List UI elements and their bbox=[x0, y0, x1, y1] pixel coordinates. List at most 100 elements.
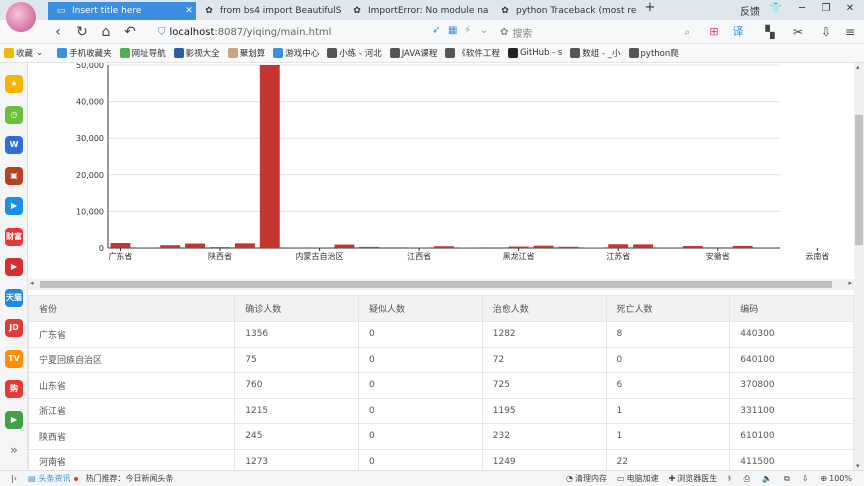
tab-bs4[interactable]: ✿ from bs4 import BeautifulS bbox=[196, 2, 342, 20]
bookmark-item[interactable]: 数组 - _小 bbox=[570, 47, 621, 59]
column-header[interactable]: 编码 bbox=[729, 295, 854, 322]
y-tick-label: 0 bbox=[99, 244, 104, 253]
user-avatar[interactable] bbox=[6, 2, 36, 32]
home-icon[interactable]: ⌂ bbox=[96, 22, 116, 42]
bookmark-item[interactable]: GitHub - s bbox=[507, 48, 562, 58]
table-cell: 22 bbox=[605, 448, 731, 470]
screenshot-icon[interactable]: ⧉ bbox=[784, 474, 790, 484]
table-cell: 411500 bbox=[729, 448, 854, 470]
github-icon bbox=[507, 48, 518, 58]
horizontal-scrollbar[interactable]: ◂ ▸ bbox=[28, 279, 854, 290]
column-header[interactable]: 省份 bbox=[28, 295, 236, 322]
clear-memory-button[interactable]: 清理内存 bbox=[575, 473, 607, 484]
horizontal-scroll-thumb[interactable] bbox=[40, 281, 832, 288]
refresh-icon[interactable]: ↻ bbox=[72, 22, 92, 42]
play-app-icon[interactable]: ▶ bbox=[5, 197, 23, 215]
menu-icon[interactable]: ≡ bbox=[840, 22, 860, 42]
close-icon[interactable]: ✕ bbox=[182, 6, 196, 16]
column-header[interactable]: 死亡人数 bbox=[605, 295, 731, 322]
download-icon[interactable]: ⇩ bbox=[816, 22, 836, 42]
store-app-icon[interactable]: ▶ bbox=[5, 410, 23, 429]
chevron-down-icon[interactable]: ⌄ bbox=[480, 25, 488, 36]
column-header[interactable]: 疑似人数 bbox=[358, 295, 483, 322]
clock-icon[interactable]: ◷ bbox=[5, 105, 23, 124]
coupon-icon[interactable]: ⊞ bbox=[704, 22, 724, 42]
wealth-app-icon[interactable]: 财富 bbox=[5, 227, 23, 246]
tab-import-error[interactable]: ✿ ImportError: No module na bbox=[344, 2, 490, 20]
tmall-app-icon[interactable]: 天猫 bbox=[5, 288, 23, 307]
zoom-level[interactable]: 100% bbox=[829, 474, 852, 483]
vertical-scrollbar[interactable]: ▴ ▾ bbox=[854, 63, 864, 470]
tab-insert-title[interactable]: ▭ Insert title here ✕ bbox=[48, 2, 196, 20]
feedback-button[interactable]: 反馈 bbox=[738, 3, 762, 18]
skin-icon[interactable]: 👕 bbox=[766, 3, 786, 14]
word-doc-icon[interactable]: W bbox=[5, 136, 23, 154]
scissors-icon[interactable]: ✂ bbox=[788, 22, 808, 42]
table-cell: 山东省 bbox=[28, 372, 236, 399]
back-icon[interactable]: ‹ bbox=[48, 22, 68, 42]
star-icon[interactable]: ★ bbox=[5, 75, 23, 93]
table-cell: 0 bbox=[358, 346, 483, 373]
download-status-icon[interactable]: ⇩ bbox=[802, 474, 809, 483]
bookmark-item[interactable]: 收藏 ⌄ bbox=[4, 47, 43, 59]
news-icon: ▤ bbox=[28, 474, 36, 483]
scroll-right-icon[interactable]: ▸ bbox=[848, 279, 852, 287]
collapse-sidebar-icon[interactable]: |‹ bbox=[0, 474, 28, 483]
bar-安徽省 bbox=[633, 244, 654, 248]
table-cell: 245 bbox=[234, 423, 359, 450]
translate-icon[interactable]: 译 bbox=[728, 22, 748, 42]
news-link[interactable]: 头条资讯 bbox=[39, 473, 71, 484]
rocket-icon[interactable]: ➶ bbox=[432, 25, 440, 36]
jd-app-icon[interactable]: JD bbox=[5, 319, 23, 337]
tv-app-icon[interactable]: TV bbox=[5, 349, 23, 368]
bookmark-item[interactable]: 小练 - 河北 bbox=[327, 47, 382, 59]
y-tick-label: 20,000 bbox=[76, 171, 104, 180]
shop-app-icon[interactable]: 购 bbox=[5, 380, 23, 398]
more-icon[interactable]: » bbox=[5, 441, 23, 459]
bookmark-item[interactable]: 网址导航 bbox=[119, 47, 166, 59]
hot-recommend[interactable]: 热门推荐：今日新闻头条 bbox=[86, 473, 174, 484]
browser-doctor-button[interactable]: 浏览器医生 bbox=[677, 473, 717, 484]
bookmark-item[interactable]: 游戏中心 bbox=[273, 47, 319, 59]
bookmark-item[interactable]: 《软件工程 bbox=[445, 47, 500, 59]
scroll-left-icon[interactable]: ◂ bbox=[30, 279, 34, 287]
print-icon[interactable]: ⎙ bbox=[744, 474, 750, 484]
new-tab-button[interactable]: + bbox=[640, 0, 660, 15]
column-header[interactable]: 确诊人数 bbox=[234, 295, 359, 322]
tab-label: from bs4 import BeautifulS bbox=[220, 6, 342, 16]
close-window-button[interactable]: ✕ bbox=[840, 3, 860, 14]
bookmark-item[interactable]: JAVA课程 bbox=[389, 47, 437, 59]
table-row: 浙江省 1215 0 1195 1 331100 bbox=[28, 397, 854, 424]
chevron-down-icon[interactable]: ⌄ bbox=[36, 48, 43, 58]
search-icon[interactable]: ⌕ bbox=[684, 27, 690, 38]
maximize-button[interactable]: ❐ bbox=[816, 3, 836, 14]
speaker-icon[interactable]: 🔈 bbox=[762, 474, 772, 483]
tab-python-traceback[interactable]: ✿ python Traceback (most re bbox=[492, 2, 638, 20]
search-box[interactable]: ✿ 搜索 ⌕ bbox=[500, 23, 696, 41]
lightning-icon[interactable]: ⚡ bbox=[464, 25, 471, 36]
video-app-icon[interactable]: ▶ bbox=[5, 258, 23, 276]
scroll-up-icon[interactable]: ▴ bbox=[856, 63, 860, 71]
address-bar[interactable]: ⛉ localhost:8087/yiqing/main.html bbox=[158, 23, 498, 41]
table-cell: 72 bbox=[481, 346, 607, 373]
scroll-down-icon[interactable]: ▾ bbox=[856, 462, 860, 470]
table-row: 宁夏回族自治区 75 0 72 0 640100 bbox=[28, 346, 854, 373]
bookmark-item[interactable]: 手机收藏夹 bbox=[57, 47, 112, 59]
x-tick-label: 陕西省 bbox=[208, 251, 232, 261]
bookmark-item[interactable]: python爬 bbox=[628, 47, 679, 59]
column-header[interactable]: 治愈人数 bbox=[481, 295, 607, 322]
heal-icon[interactable]: ⚕ bbox=[727, 474, 731, 483]
game-app-icon[interactable]: ▣ bbox=[5, 166, 23, 185]
accelerate-button[interactable]: 电脑加速 bbox=[627, 473, 659, 484]
minimize-button[interactable]: ─ bbox=[792, 3, 812, 14]
table-header-row: 省份 确诊人数 疑似人数 治愈人数 死亡人数 编码 bbox=[28, 295, 854, 322]
apps-grid-icon[interactable]: ▚ bbox=[760, 22, 780, 42]
table-cell: 浙江省 bbox=[28, 397, 236, 424]
qr-icon[interactable]: ▦ bbox=[448, 25, 457, 36]
bookmark-item[interactable]: 聚划算 bbox=[227, 47, 265, 59]
vertical-scroll-thumb[interactable] bbox=[855, 115, 863, 245]
bookmark-item[interactable]: 影视大全 bbox=[173, 47, 220, 59]
undo-icon[interactable]: ↶ bbox=[120, 22, 140, 42]
province-table: 省份 确诊人数 疑似人数 治愈人数 死亡人数 编码 广东省 1356 0 1282 8 440300… bbox=[28, 295, 854, 470]
table-row: 河南省 1273 0 1249 22 411500 bbox=[28, 448, 854, 470]
